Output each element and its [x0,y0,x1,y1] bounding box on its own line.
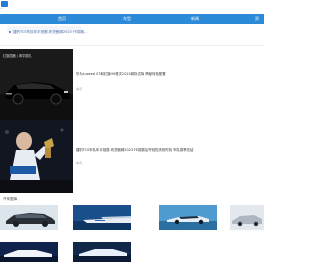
nav-item-home[interactable]: 首页 [58,14,66,24]
bottom-thumb[interactable] [73,242,131,262]
article-title[interactable]: 捷豹TCS车队年平冠赛-布茨鲍姆2023 FE锦赛后夺冠的庆祝时刻 车队赛季总结 [76,147,193,152]
article-image[interactable]: 红旗国器 | 尊享国礼 [0,49,73,122]
article-meta: 车讯 [76,87,83,91]
gallery-title: 汽车图库 [3,197,18,201]
gallery-thumb[interactable] [230,205,264,230]
driver-photo [0,120,73,193]
nav-item-news[interactable]: 新闻 [191,14,199,24]
article-card[interactable]: 红旗国器 | 尊享国礼 华为Luxeed S7和红旗H9首次2023城际试驾 揭… [0,49,264,122]
gallery-thumb[interactable] [0,205,58,230]
image-caption: 红旗国器 | 尊享国礼 [3,54,32,58]
gallery-thumb[interactable] [159,205,217,230]
racecar-thumb [159,205,217,230]
article-title[interactable]: 华为Luxeed S7和红旗H9首次2023城际试驾 揭秘特色配置 [76,71,166,76]
nav-item-info[interactable]: 资 [255,14,259,24]
top-nav: 首页 车型 新闻 资 [0,14,264,24]
bottom-thumb[interactable] [0,242,58,262]
article-image[interactable] [0,120,73,193]
nav-item-models[interactable]: 车型 [123,14,131,24]
night-scene [0,242,58,262]
article-card[interactable]: 捷豹TCS车队年平冠赛-布茨鲍姆2023 FE锦赛后夺冠的庆祝时刻 车队赛季总结… [0,120,264,194]
bullet-icon [9,31,11,33]
gallery-thumb[interactable] [73,205,131,230]
article-meta: 车讯 [76,161,83,165]
brand-logo-text: — [0,6,3,10]
header: — [0,0,264,14]
car-thumb [230,205,264,230]
car-thumb [0,205,58,230]
ticker-headline[interactable]: 捷豹TCS车队年平冠赛-布茨鲍姆2023 FE锦赛... [13,30,87,35]
boat-thumb [73,205,131,230]
car-photo [0,49,73,122]
divider [0,45,264,46]
night-scene [73,242,131,262]
